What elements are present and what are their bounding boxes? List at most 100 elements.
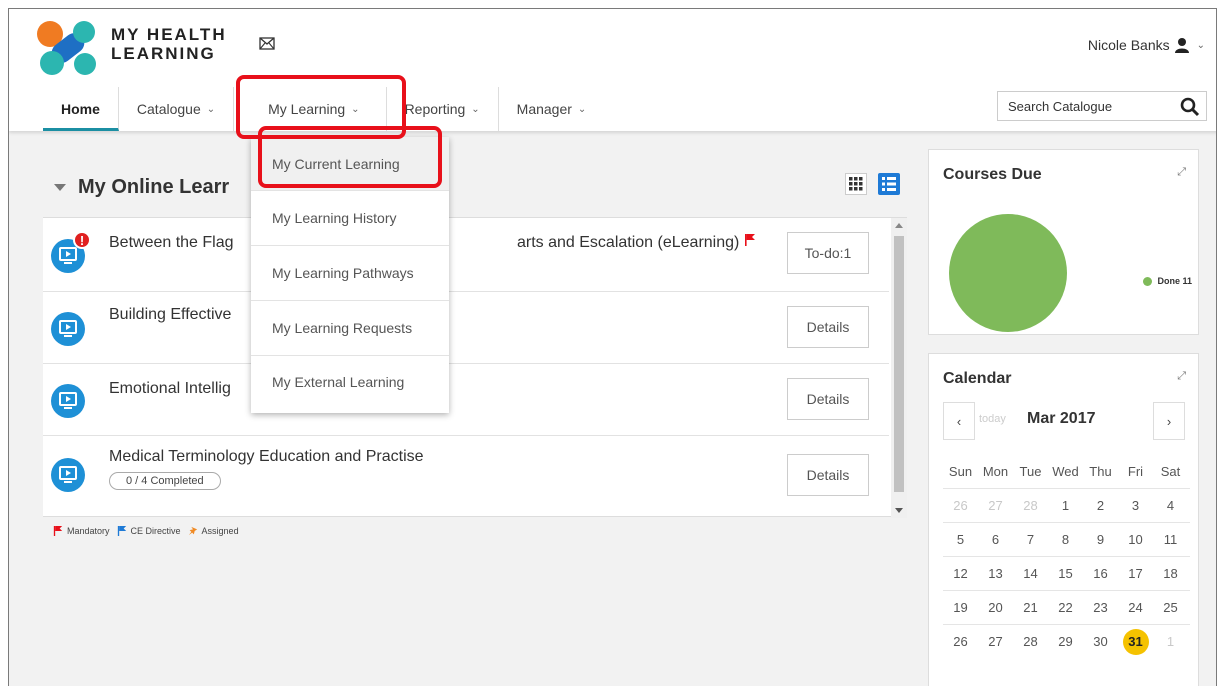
- course-title[interactable]: Building Effective: [109, 306, 231, 324]
- mandatory-flag-icon: [53, 526, 63, 536]
- logo-icon[interactable]: [36, 20, 100, 76]
- calendar-day[interactable]: 17: [1118, 566, 1153, 581]
- nav-reporting[interactable]: Reporting ⌄: [387, 87, 499, 131]
- nav-manager[interactable]: Manager ⌄: [499, 87, 605, 131]
- nav-home[interactable]: Home: [43, 87, 119, 131]
- scroll-down-icon[interactable]: [895, 508, 903, 513]
- courses-due-title: Courses Due: [943, 166, 1042, 183]
- calendar-day[interactable]: 13: [978, 566, 1013, 581]
- calendar-day[interactable]: 1: [1153, 634, 1188, 649]
- calendar-day-today[interactable]: 31: [1118, 628, 1153, 655]
- calendar-day[interactable]: 6: [978, 532, 1013, 547]
- calendar-day-number: 30: [1093, 634, 1108, 649]
- course-title-rest[interactable]: arts and Escalation (eLearning): [517, 234, 756, 252]
- calendar-day[interactable]: 11: [1153, 532, 1188, 547]
- scroll-thumb[interactable]: [894, 236, 904, 492]
- calendar-day[interactable]: 20: [978, 600, 1013, 615]
- calendar-day[interactable]: 30: [1083, 634, 1118, 649]
- menu-item-my-learning-pathways[interactable]: My Learning Pathways: [251, 246, 449, 301]
- calendar-day[interactable]: 26: [943, 498, 978, 513]
- calendar-day[interactable]: 27: [978, 634, 1013, 649]
- menu-item-my-external-learning[interactable]: My External Learning: [251, 356, 449, 411]
- calendar-day[interactable]: 26: [943, 634, 978, 649]
- weekday-label: Tue: [1019, 464, 1042, 479]
- list-item[interactable]: Building Effective Details: [43, 292, 889, 364]
- calendar-day-number: 14: [1023, 566, 1038, 581]
- list-view-button[interactable]: [878, 173, 900, 195]
- calendar-day[interactable]: 3: [1118, 498, 1153, 513]
- pie-slice-done[interactable]: [949, 214, 1067, 332]
- list-item[interactable]: ! Between the Flag arts and Escalation (…: [43, 218, 889, 292]
- nav-reporting-label: Reporting: [404, 101, 466, 117]
- elearning-icon: [51, 458, 85, 492]
- calendar-day[interactable]: 25: [1153, 600, 1188, 615]
- menu-item-my-learning-history[interactable]: My Learning History: [251, 191, 449, 246]
- search-input[interactable]: Search Catalogue: [997, 91, 1207, 121]
- logo-line-1: MY HEALTH: [111, 25, 227, 44]
- nav-manager-label: Manager: [516, 101, 572, 117]
- course-title-text: Building Effective: [109, 306, 232, 323]
- calendar-day[interactable]: 9: [1083, 532, 1118, 547]
- calendar-day[interactable]: 15: [1048, 566, 1083, 581]
- calendar-day[interactable]: 23: [1083, 600, 1118, 615]
- list-item[interactable]: Medical Terminology Education and Practi…: [43, 436, 889, 518]
- nav-catalogue[interactable]: Catalogue ⌄: [119, 87, 235, 131]
- calendar-day-number: 2: [1096, 498, 1105, 513]
- list-item[interactable]: Emotional Intellig Details: [43, 364, 889, 436]
- today-button[interactable]: today: [979, 413, 1006, 425]
- search-icon[interactable]: [1180, 97, 1200, 117]
- course-title[interactable]: Medical Terminology Education and Practi…: [109, 448, 424, 466]
- calendar-day[interactable]: 7: [1013, 532, 1048, 547]
- calendar-widget: Calendar ⤢ ‹ today Mar 2017 › Sun Mon Tue W…: [928, 353, 1199, 686]
- calendar-day[interactable]: 4: [1153, 498, 1188, 513]
- prev-month-button[interactable]: ‹: [943, 402, 975, 440]
- calendar-day[interactable]: 14: [1013, 566, 1048, 581]
- logo-text: MY HEALTH LEARNING: [111, 25, 227, 63]
- details-button[interactable]: Details: [787, 378, 869, 420]
- calendar-day-number: 11: [1163, 532, 1178, 547]
- menu-item-label: My External Learning: [272, 374, 405, 390]
- calendar-day-number: 25: [1163, 600, 1178, 615]
- calendar-day[interactable]: 28: [1013, 634, 1048, 649]
- grid-view-button[interactable]: [845, 173, 867, 195]
- menu-item-my-current-learning[interactable]: My Current Learning: [251, 137, 449, 191]
- scrollbar[interactable]: [891, 218, 907, 518]
- details-button[interactable]: Details: [787, 306, 869, 348]
- calendar-day[interactable]: 28: [1013, 498, 1048, 513]
- details-button[interactable]: Details: [787, 454, 869, 496]
- calendar-day-number: 3: [1131, 498, 1140, 513]
- menu-item-my-learning-requests[interactable]: My Learning Requests: [251, 301, 449, 356]
- calendar-day-number: 28: [1023, 634, 1038, 649]
- user-menu[interactable]: Nicole Banks ⌄: [1088, 37, 1205, 53]
- course-title[interactable]: Between the Flag: [109, 234, 234, 252]
- calendar-month: Mar 2017: [1027, 410, 1096, 427]
- todo-button[interactable]: To-do:1: [787, 232, 869, 274]
- calendar-day[interactable]: 19: [943, 600, 978, 615]
- expand-icon[interactable]: ⤢: [1177, 166, 1186, 179]
- next-month-button[interactable]: ›: [1153, 402, 1185, 440]
- calendar-day[interactable]: 2: [1083, 498, 1118, 513]
- calendar-day-number: 19: [953, 600, 968, 615]
- chevron-down-icon: ⌄: [206, 103, 216, 115]
- mail-icon[interactable]: [259, 37, 275, 50]
- panel-header[interactable]: My Online Learr: [54, 176, 229, 199]
- calendar-day[interactable]: 18: [1153, 566, 1188, 581]
- calendar-day[interactable]: 22: [1048, 600, 1083, 615]
- calendar-day[interactable]: 10: [1118, 532, 1153, 547]
- scroll-up-icon[interactable]: [895, 223, 903, 228]
- nav-my-learning[interactable]: My Learning ⌄: [234, 87, 387, 131]
- course-title[interactable]: Emotional Intellig: [109, 380, 231, 398]
- calendar-day[interactable]: 8: [1048, 532, 1083, 547]
- expand-icon[interactable]: ⤢: [1177, 370, 1186, 383]
- calendar-day[interactable]: 12: [943, 566, 978, 581]
- calendar-day[interactable]: 16: [1083, 566, 1118, 581]
- collapse-caret-icon[interactable]: [54, 184, 66, 191]
- calendar-day[interactable]: 21: [1013, 600, 1048, 615]
- calendar-day[interactable]: 24: [1118, 600, 1153, 615]
- calendar-day-number: 6: [991, 532, 1000, 547]
- calendar-day[interactable]: 27: [978, 498, 1013, 513]
- calendar-day[interactable]: 1: [1048, 498, 1083, 513]
- weekday-label: Sun: [948, 464, 973, 479]
- calendar-day[interactable]: 29: [1048, 634, 1083, 649]
- calendar-day[interactable]: 5: [943, 532, 978, 547]
